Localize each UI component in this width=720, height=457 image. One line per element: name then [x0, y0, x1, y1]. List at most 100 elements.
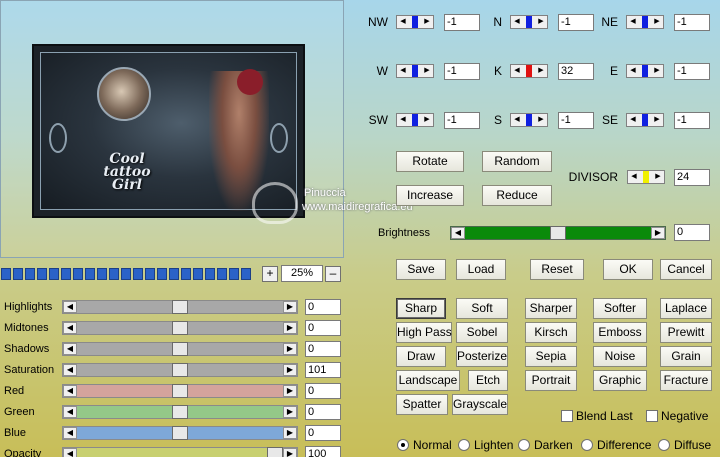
chevron-right-icon[interactable]: ▶ — [422, 114, 432, 126]
brightness-thumb[interactable] — [550, 226, 566, 240]
chevron-left-icon[interactable]: ◀ — [628, 65, 638, 77]
preset-prewitt-button[interactable]: Prewitt — [660, 322, 712, 343]
cancel-button[interactable]: Cancel — [660, 259, 712, 280]
preset-sepia-button[interactable]: Sepia — [525, 346, 577, 367]
matrix-e-value[interactable]: -1 — [674, 63, 710, 80]
matrix-ne-value[interactable]: -1 — [674, 14, 710, 31]
matrix-w-value[interactable]: -1 — [444, 63, 480, 80]
brightness-value[interactable]: 0 — [674, 224, 710, 241]
chevron-left-icon[interactable]: ◀ — [628, 16, 638, 28]
shadows-thumb[interactable] — [172, 342, 188, 356]
chevron-right-icon[interactable]: ▶ — [283, 322, 297, 334]
matrix-s-value[interactable]: -1 — [558, 112, 594, 129]
matrix-nw-value[interactable]: -1 — [444, 14, 480, 31]
chevron-left-icon[interactable]: ◀ — [63, 385, 77, 397]
brightness-slider[interactable]: ◀ ▶ — [450, 226, 666, 240]
red-slider[interactable]: ◀ ▶ — [62, 384, 298, 398]
preset-fracture-button[interactable]: Fracture — [660, 370, 712, 391]
preset-grayscale-button[interactable]: Grayscale — [452, 394, 508, 415]
chevron-right-icon[interactable]: ▶ — [653, 171, 663, 183]
preset-sobel-button[interactable]: Sobel — [456, 322, 508, 343]
preset-portrait-button[interactable]: Portrait — [525, 370, 577, 391]
preset-soft-button[interactable]: Soft — [456, 298, 508, 319]
chevron-left-icon[interactable]: ◀ — [398, 114, 408, 126]
matrix-k-value[interactable]: 32 — [558, 63, 594, 80]
matrix-n-spinner[interactable]: ◀ ▶ — [510, 15, 548, 29]
matrix-k-spinner[interactable]: ◀ ▶ — [510, 64, 548, 78]
divisor-spinner[interactable]: ◀ ▶ — [627, 170, 665, 184]
chevron-left-icon[interactable]: ◀ — [398, 65, 408, 77]
zoom-in-button[interactable]: + — [262, 266, 278, 282]
chevron-left-icon[interactable]: ◀ — [63, 406, 77, 418]
shadows-slider[interactable]: ◀ ▶ — [62, 342, 298, 356]
chevron-left-icon[interactable]: ◀ — [63, 448, 77, 457]
blend-last-option[interactable]: Blend Last — [561, 409, 633, 425]
chevron-right-icon[interactable]: ▶ — [652, 114, 662, 126]
negative-checkbox[interactable] — [646, 410, 658, 422]
reset-button[interactable]: Reset — [530, 259, 584, 280]
blend-lighten-option[interactable]: Lighten — [458, 438, 513, 454]
red-value[interactable]: 0 — [305, 383, 341, 399]
chevron-left-icon[interactable]: ◀ — [629, 171, 639, 183]
chevron-right-icon[interactable]: ▶ — [283, 301, 297, 313]
chevron-left-icon[interactable]: ◀ — [451, 227, 465, 239]
ok-button[interactable]: OK — [603, 259, 653, 280]
preset-draw-button[interactable]: Draw — [396, 346, 446, 367]
chevron-left-icon[interactable]: ◀ — [512, 65, 522, 77]
matrix-w-spinner[interactable]: ◀ ▶ — [396, 64, 434, 78]
matrix-se-value[interactable]: -1 — [674, 112, 710, 129]
chevron-right-icon[interactable]: ▶ — [283, 427, 297, 439]
opacity-slider[interactable]: ◀ ▶ — [62, 447, 298, 457]
blend-normal-radio[interactable] — [397, 439, 409, 451]
blend-lighten-radio[interactable] — [458, 439, 470, 451]
green-slider[interactable]: ◀ ▶ — [62, 405, 298, 419]
saturation-value[interactable]: 101 — [305, 362, 341, 378]
matrix-nw-spinner[interactable]: ◀ ▶ — [396, 15, 434, 29]
matrix-n-value[interactable]: -1 — [558, 14, 594, 31]
chevron-right-icon[interactable]: ▶ — [536, 114, 546, 126]
preset-softer-button[interactable]: Softer — [593, 298, 647, 319]
chevron-left-icon[interactable]: ◀ — [628, 114, 638, 126]
blend-darken-option[interactable]: Darken — [518, 438, 573, 454]
preset-spatter-button[interactable]: Spatter — [396, 394, 448, 415]
matrix-ne-spinner[interactable]: ◀ ▶ — [626, 15, 664, 29]
preset-landscape-button[interactable]: Landscape — [396, 370, 460, 391]
chevron-right-icon[interactable]: ▶ — [283, 343, 297, 355]
blue-slider[interactable]: ◀ ▶ — [62, 426, 298, 440]
chevron-right-icon[interactable]: ▶ — [283, 406, 297, 418]
chevron-left-icon[interactable]: ◀ — [512, 16, 522, 28]
preset-noise-button[interactable]: Noise — [593, 346, 647, 367]
chevron-right-icon[interactable]: ▶ — [536, 65, 546, 77]
chevron-right-icon[interactable]: ▶ — [422, 65, 432, 77]
zoom-field[interactable]: 25% — [281, 265, 323, 282]
blue-thumb[interactable] — [172, 426, 188, 440]
blend-diffuse-radio[interactable] — [658, 439, 670, 451]
matrix-sw-value[interactable]: -1 — [444, 112, 480, 129]
matrix-e-spinner[interactable]: ◀ ▶ — [626, 64, 664, 78]
blend-diffuse-option[interactable]: Diffuse — [658, 438, 711, 454]
matrix-se-spinner[interactable]: ◀ ▶ — [626, 113, 664, 127]
chevron-left-icon[interactable]: ◀ — [63, 343, 77, 355]
preset-kirsch-button[interactable]: Kirsch — [525, 322, 577, 343]
opacity-value[interactable]: 100 — [305, 446, 341, 457]
preset-grain-button[interactable]: Grain — [660, 346, 712, 367]
chevron-left-icon[interactable]: ◀ — [63, 427, 77, 439]
preset-posterize-button[interactable]: Posterize — [456, 346, 508, 367]
random-button[interactable]: Random — [482, 151, 552, 172]
blend-normal-option[interactable]: Normal — [397, 438, 452, 454]
matrix-sw-spinner[interactable]: ◀ ▶ — [396, 113, 434, 127]
chevron-right-icon[interactable]: ▶ — [283, 448, 297, 457]
preset-sharper-button[interactable]: Sharper — [525, 298, 577, 319]
preset-emboss-button[interactable]: Emboss — [593, 322, 647, 343]
load-button[interactable]: Load — [456, 259, 506, 280]
chevron-left-icon[interactable]: ◀ — [63, 322, 77, 334]
blend-darken-radio[interactable] — [518, 439, 530, 451]
chevron-right-icon[interactable]: ▶ — [651, 227, 665, 239]
saturation-thumb[interactable] — [172, 363, 188, 377]
highlights-thumb[interactable] — [172, 300, 188, 314]
saturation-slider[interactable]: ◀ ▶ — [62, 363, 298, 377]
negative-option[interactable]: Negative — [646, 409, 708, 425]
chevron-right-icon[interactable]: ▶ — [652, 65, 662, 77]
midtones-value[interactable]: 0 — [305, 320, 341, 336]
shadows-value[interactable]: 0 — [305, 341, 341, 357]
